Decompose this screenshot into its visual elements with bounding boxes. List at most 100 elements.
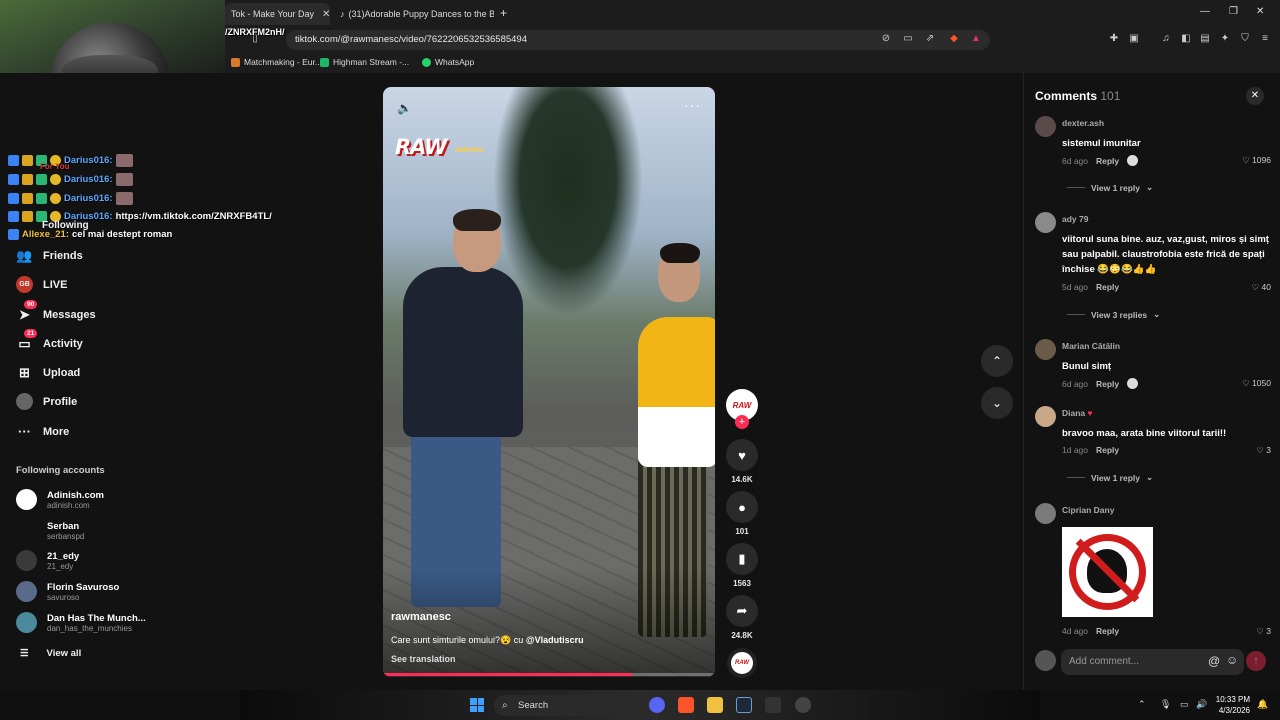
comment-image-no-crow[interactable] <box>1062 527 1153 617</box>
description-mention[interactable]: @Vladutiscru <box>526 635 584 645</box>
reply-button[interactable]: Reply <box>1096 282 1119 292</box>
previous-video-button[interactable]: ⌃ <box>981 345 1013 377</box>
vpn-icon[interactable]: ⛉ <box>1239 33 1251 45</box>
following-account[interactable]: 21_edy 21_edy <box>16 550 79 571</box>
sidebar-item-friends[interactable]: 👥 Friends <box>16 247 82 264</box>
comment-button[interactable]: ● 101 <box>726 491 758 536</box>
comment-like-button[interactable]: ♡ 3 <box>1256 626 1271 637</box>
comment-like-button[interactable]: ♡ 1096 <box>1242 155 1271 166</box>
brave-rewards-icon[interactable]: ▲ <box>970 33 982 45</box>
like-button[interactable]: ♥ 14.6K <box>726 439 758 484</box>
sidebar-item-messages[interactable]: ➤ 90 Messages <box>16 300 96 323</box>
following-account[interactable]: Florin Savuroso savuroso <box>16 581 119 602</box>
comment-icon: ● <box>726 491 758 523</box>
sidebar-item-activity[interactable]: ▭ 21 Activity <box>16 329 83 352</box>
steam-icon[interactable] <box>736 697 752 713</box>
chevron-down-icon: ⌄ <box>1145 472 1154 482</box>
close-window-icon[interactable]: ✕ <box>1256 6 1264 17</box>
windows-start-icon[interactable] <box>470 698 484 712</box>
tab-tiktok[interactable]: Tok - Make Your Day ✕ <box>225 3 330 25</box>
music-icon[interactable]: ♫ <box>1160 33 1172 45</box>
bookmark-matchmaking[interactable]: Matchmaking - Eur... <box>231 57 322 67</box>
view-replies-button[interactable]: View 1 reply ⌄ <box>1067 472 1153 483</box>
cast-icon[interactable]: ▭ <box>902 33 914 45</box>
network-icon[interactable]: ▭ <box>1180 699 1189 710</box>
tab-puppy[interactable]: ♪ (31)Adorable Puppy Dances to the Be <box>334 3 494 25</box>
reply-button[interactable]: Reply <box>1096 379 1119 389</box>
following-account[interactable]: Serban serbanspd <box>16 520 84 541</box>
wallet-icon[interactable]: ▤ <box>1199 33 1211 45</box>
microphone-icon[interactable]: 🎙 <box>1160 699 1171 710</box>
share-icon[interactable]: ⇗ <box>924 33 936 45</box>
sidebar-item-label: Upload <box>43 366 81 379</box>
next-video-button[interactable]: ⌄ <box>981 387 1013 419</box>
following-account[interactable]: Dan Has The Munch... dan_has_the_munchies <box>16 612 146 633</box>
sidebar-item-more[interactable]: ··· More <box>16 423 69 440</box>
close-tab-icon[interactable]: ✕ <box>322 9 330 20</box>
bookmark-highman[interactable]: Highman Stream -... <box>320 57 409 67</box>
close-comments-icon[interactable]: ✕ <box>1246 87 1264 105</box>
video-progress-bar[interactable] <box>383 673 715 676</box>
music-disc[interactable]: RAW <box>727 648 757 678</box>
brave-icon[interactable] <box>678 697 694 713</box>
chat-emote <box>115 173 133 186</box>
chat-emote <box>115 192 133 205</box>
comment-like-count: 3 <box>1266 445 1271 455</box>
notifications-icon[interactable]: 🔔 <box>1257 699 1268 710</box>
mention-icon[interactable]: @ <box>1208 654 1220 668</box>
app-icon[interactable] <box>795 697 811 713</box>
comment-like-button[interactable]: ♡ 40 <box>1252 282 1271 293</box>
brave-shield-icon[interactable]: ◆ <box>948 33 960 45</box>
bookmark-whatsapp[interactable]: WhatsApp <box>422 57 474 67</box>
new-tab-icon[interactable]: + <box>500 6 507 20</box>
view-replies-button[interactable]: View 1 reply ⌄ <box>1067 182 1153 193</box>
video-author[interactable]: rawmanesc <box>391 611 451 623</box>
sidebar-item-live[interactable]: GB LIVE <box>16 276 67 293</box>
extensions-icon[interactable]: ✚ <box>1108 33 1120 45</box>
reply-button[interactable]: Reply <box>1096 445 1119 455</box>
comment-username[interactable]: Ciprian Dany <box>1062 505 1114 515</box>
reply-button[interactable]: Reply <box>1096 626 1119 636</box>
video-player[interactable]: RAW mânesc 🔈 ··· rawmanesc Care sunt sim… <box>383 87 715 677</box>
raw-logo-sub: mânesc <box>455 145 485 154</box>
reply-button[interactable]: Reply <box>1096 156 1119 166</box>
volume-icon[interactable]: 🔈 <box>397 101 412 115</box>
share-button[interactable]: ➦ 24.8K <box>726 595 758 640</box>
comment-like-button[interactable]: ♡ 1050 <box>1242 378 1271 389</box>
video-more-icon[interactable]: ··· <box>684 97 701 113</box>
minimize-icon[interactable]: — <box>1200 6 1210 17</box>
view-all-link[interactable]: ☰ View all <box>20 648 81 659</box>
comment-username[interactable]: Diana ♥ <box>1062 408 1093 418</box>
comment-username[interactable]: dexter.ash <box>1062 118 1104 128</box>
send-comment-button[interactable]: ↑ <box>1246 651 1266 671</box>
chat-line: Allexe_21: cel mai destept roman <box>8 229 172 240</box>
discord-icon[interactable] <box>649 697 665 713</box>
see-translation-link[interactable]: See translation <box>391 654 456 664</box>
no-sound-icon[interactable]: ⊘ <box>880 33 892 45</box>
file-explorer-icon[interactable] <box>707 697 723 713</box>
taskbar-search[interactable]: ⌕ Search <box>494 695 640 716</box>
search-icon: ⌕ <box>502 700 508 711</box>
sidebar-item-upload[interactable]: ⊞ Upload <box>16 364 80 381</box>
sidebar-item-profile[interactable]: Profile <box>16 393 77 410</box>
restore-icon[interactable]: ❐ <box>1229 6 1238 17</box>
chat-badge-icon <box>8 229 19 240</box>
save-button[interactable]: ▮ 1563 <box>726 543 758 588</box>
emoji-icon[interactable]: ☺ <box>1226 653 1238 667</box>
menu-icon[interactable]: ≡ <box>1259 33 1271 45</box>
view-replies-button[interactable]: View 3 replies ⌄ <box>1067 309 1160 320</box>
following-account[interactable]: Adinish.com adinish.com <box>16 489 104 510</box>
leo-icon[interactable]: ✦ <box>1219 33 1231 45</box>
screenshot-icon[interactable]: ▣ <box>1128 33 1140 45</box>
sidebar-item-following[interactable]: Following <box>42 220 89 231</box>
comment-username[interactable]: ady 79 <box>1062 214 1088 224</box>
volume-tray-icon[interactable]: 🔊 <box>1196 699 1207 710</box>
comment-username[interactable]: Marian Cătălin <box>1062 341 1120 351</box>
tray-chevron-icon[interactable]: ⌃ <box>1138 699 1146 710</box>
comment-like-button[interactable]: ♡ 3 <box>1256 445 1271 456</box>
account-name: 21_edy <box>47 550 80 562</box>
sidebar-icon[interactable]: ◧ <box>1180 33 1192 45</box>
app-icon[interactable] <box>765 697 781 713</box>
follow-plus-icon[interactable]: + <box>735 415 749 429</box>
system-clock[interactable]: 10:33 PM 4/3/2026 <box>1210 694 1250 716</box>
